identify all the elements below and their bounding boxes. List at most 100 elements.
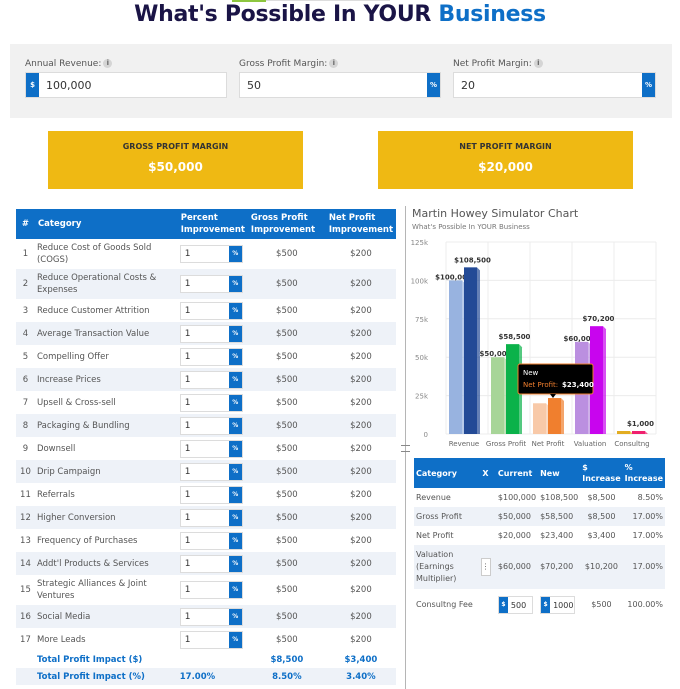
row-net-improvement: $200 <box>350 397 372 408</box>
row-number: 16 <box>16 605 35 628</box>
percent-improvement-input[interactable] <box>180 582 229 598</box>
bar-new <box>506 344 519 434</box>
fee-new-cell: $ <box>538 589 580 621</box>
col-pct-increase: % Increase <box>622 458 665 488</box>
row-gross-improvement: $500 <box>276 489 298 500</box>
total-gross: $8,500 <box>270 654 304 665</box>
y-tick-label: 100k <box>411 277 429 285</box>
info-icon[interactable]: i <box>329 59 339 68</box>
percent-input-group: % <box>179 370 243 389</box>
fee-new-input[interactable] <box>550 597 575 613</box>
row-percent-cell: % <box>177 506 248 529</box>
row-percent-cell: % <box>177 368 248 391</box>
row-net-improvement: $200 <box>325 269 396 299</box>
percent-improvement-input[interactable] <box>180 302 229 319</box>
bar-new <box>548 398 561 434</box>
percent-improvement-input[interactable] <box>180 348 229 365</box>
net-profit-margin-input[interactable] <box>454 73 642 97</box>
data-label: $70,200 <box>583 315 615 323</box>
inputs-panel: Annual Revenue:i $ Gross Profit Margin:i… <box>10 44 672 118</box>
row-net-improvement: $200 <box>350 351 372 362</box>
improvement-row: 16Social Media% $500$200 <box>16 605 396 628</box>
total-label: Total Profit Impact ($) <box>36 654 143 665</box>
percent-improvement-input[interactable] <box>180 276 229 292</box>
row-net-improvement: $200 <box>350 535 372 546</box>
percent-input-group: % <box>179 462 243 481</box>
annual-revenue-field: Annual Revenue: i $ <box>25 58 227 98</box>
fee-current-input[interactable] <box>507 597 532 613</box>
bar-current <box>449 280 462 434</box>
annual-revenue-input[interactable] <box>39 73 226 97</box>
percent-improvement-input[interactable] <box>180 463 229 480</box>
percent-input-group: % <box>179 324 243 343</box>
row-gross-improvement: $500 <box>276 249 298 259</box>
col-gross: Gross Profit Improvement <box>247 209 326 239</box>
row-category: Drip Campaign <box>34 460 178 483</box>
percent-improvement-input[interactable] <box>180 509 229 526</box>
multiplier-menu-button[interactable]: ⋮ <box>480 558 491 576</box>
row-percent-cell: % <box>177 414 248 437</box>
row-category: Packaging & Bundling <box>34 414 178 437</box>
improvement-row: 12Higher Conversion% $500$200 <box>16 506 396 529</box>
gross-profit-margin-label: Gross Profit Margin: i <box>239 58 441 72</box>
row-net-improvement: $200 <box>350 585 372 595</box>
row-percent-cell: % <box>177 269 248 299</box>
result-row: Net Profit $20,000 $23,400 $3,400 17.00% <box>414 526 665 545</box>
row-gross-improvement: $500 <box>276 535 298 546</box>
bar-side <box>603 326 606 434</box>
percent-improvement-input[interactable] <box>180 608 229 625</box>
percent-improvement-input[interactable] <box>180 394 229 411</box>
row-category: Downsell <box>36 443 76 454</box>
percent-improvement-input[interactable] <box>180 631 229 648</box>
row-net-improvement: $200 <box>325 460 396 483</box>
net-profit-margin-label: Net Profit Margin: i <box>453 58 656 72</box>
result-pct-increase: 17.00% <box>622 545 665 589</box>
row-number: 9 <box>22 443 29 454</box>
y-tick-label: 125k <box>411 239 429 247</box>
percent-addon: % <box>228 509 242 526</box>
percent-improvement-input[interactable] <box>180 440 229 457</box>
result-dollar-increase: $10,200 <box>580 545 623 589</box>
percent-addon: % <box>228 608 242 625</box>
percent-improvement-input[interactable] <box>180 246 229 262</box>
total-net: $3,400 <box>344 654 378 665</box>
result-new: $108,500 <box>540 492 579 502</box>
tooltip-value: $23,400 <box>562 381 594 389</box>
col-dollar-increase: $ Increase <box>580 458 623 488</box>
bar-current <box>533 403 546 434</box>
total-percent: 17.00% <box>177 668 248 685</box>
row-category: More Leads <box>36 634 86 645</box>
row-gross-improvement: $500 <box>276 634 298 645</box>
row-category: Reduce Operational Costs & Expenses <box>34 269 178 299</box>
info-icon[interactable]: i <box>103 59 113 68</box>
row-number: 13 <box>20 535 31 546</box>
row-percent-cell: % <box>178 437 248 460</box>
percent-improvement-input[interactable] <box>180 486 229 503</box>
row-number: 3 <box>22 305 29 316</box>
row-gross-improvement: $500 <box>247 322 326 345</box>
row-number: 8 <box>16 414 35 437</box>
percent-improvement-input[interactable] <box>180 417 229 434</box>
gross-profit-margin-card-label: GROSS PROFIT MARGIN <box>122 142 229 151</box>
percent-improvement-input[interactable] <box>180 371 229 388</box>
x-tick-label: Revenue <box>449 440 480 448</box>
row-gross-improvement: $500 <box>276 397 298 408</box>
row-percent-cell: % <box>178 345 248 368</box>
col-current: Current <box>495 458 539 488</box>
row-net-improvement: $200 <box>325 414 396 437</box>
row-gross-improvement: $500 <box>247 460 326 483</box>
row-gross-improvement: $500 <box>276 305 298 316</box>
percent-improvement-input[interactable] <box>180 325 229 342</box>
info-icon[interactable]: i <box>533 59 543 68</box>
percent-improvement-input[interactable] <box>180 555 229 572</box>
y-tick-label: 75k <box>415 316 429 324</box>
percent-addon: % <box>228 371 242 388</box>
percent-improvement-input[interactable] <box>180 532 229 549</box>
fee-current-cell: $ <box>496 589 538 621</box>
percent-input-group: % <box>179 245 243 263</box>
row-net-improvement: $200 <box>350 443 372 454</box>
gross-profit-margin-input[interactable] <box>240 73 427 97</box>
percent-addon: % <box>228 276 242 292</box>
row-gross-improvement: $500 <box>247 552 326 575</box>
row-percent-cell: % <box>177 605 248 628</box>
